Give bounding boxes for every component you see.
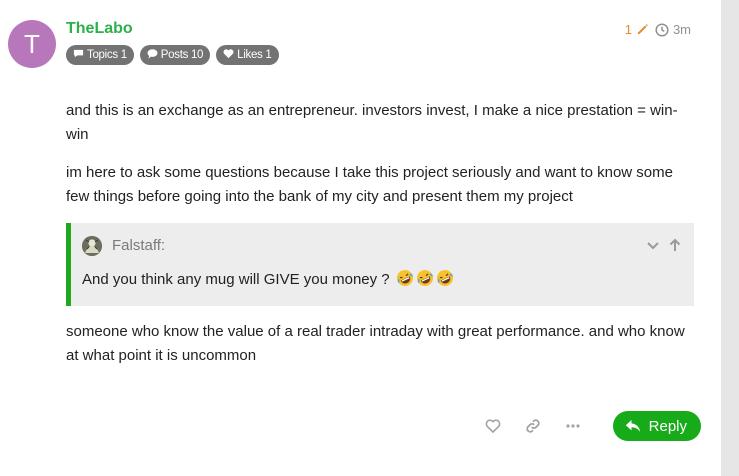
quote-author[interactable]: Falstaff:	[112, 234, 165, 258]
posts-badge-label: Posts 10	[160, 49, 204, 61]
likes-badge[interactable]: Likes 1	[216, 45, 279, 65]
reply-icon	[625, 419, 641, 433]
chevron-down-icon[interactable]	[646, 238, 660, 252]
post-body: and this is an exchange as an entreprene…	[66, 99, 694, 382]
avatar-letter: T	[24, 29, 40, 59]
arrow-up-icon[interactable]	[668, 238, 682, 252]
post-paragraph: and this is an exchange as an entreprene…	[66, 102, 678, 143]
post-time[interactable]: 3m	[673, 22, 691, 37]
post-card: T TheLabo Topics 1 Posts 10 Likes 1 1 3m…	[0, 0, 721, 476]
link-icon[interactable]	[513, 411, 553, 441]
quote-avatar[interactable]	[82, 236, 102, 256]
likes-badge-label: Likes 1	[237, 49, 272, 61]
posts-badge[interactable]: Posts 10	[139, 45, 211, 65]
quote-controls	[646, 238, 682, 252]
quote-block: Falstaff: And you think any mug will GIV…	[66, 223, 694, 306]
post-paragraph: im here to ask some questions because I …	[66, 164, 673, 205]
posts-icon	[147, 48, 158, 62]
topic-icon	[73, 48, 84, 62]
scrollbar[interactable]	[721, 0, 739, 476]
username[interactable]: TheLabo	[66, 20, 133, 38]
reply-label: Reply	[648, 417, 687, 435]
heart-icon	[223, 48, 234, 62]
topics-badge-label: Topics 1	[87, 49, 127, 61]
more-icon[interactable]	[553, 411, 593, 441]
heart-icon[interactable]	[473, 411, 513, 441]
quote-text: And you think any mug will GIVE you mone…	[82, 268, 682, 292]
post-actions: Reply	[473, 411, 701, 441]
avatar[interactable]: T	[8, 20, 56, 68]
rolling-laughing-emoji-icon	[394, 270, 454, 288]
post-meta: 1 3m	[625, 22, 691, 37]
reply-button[interactable]: Reply	[612, 411, 701, 441]
user-badges: Topics 1 Posts 10 Likes 1	[66, 45, 279, 65]
quote-text-content: And you think any mug will GIVE you mone…	[82, 271, 390, 288]
quote-header: Falstaff:	[82, 234, 682, 258]
post-paragraph: someone who know the value of a real tra…	[66, 323, 685, 364]
topics-badge[interactable]: Topics 1	[66, 45, 134, 65]
pencil-icon[interactable]	[636, 23, 649, 36]
edit-count[interactable]: 1	[625, 22, 632, 37]
clock-icon	[655, 22, 669, 37]
